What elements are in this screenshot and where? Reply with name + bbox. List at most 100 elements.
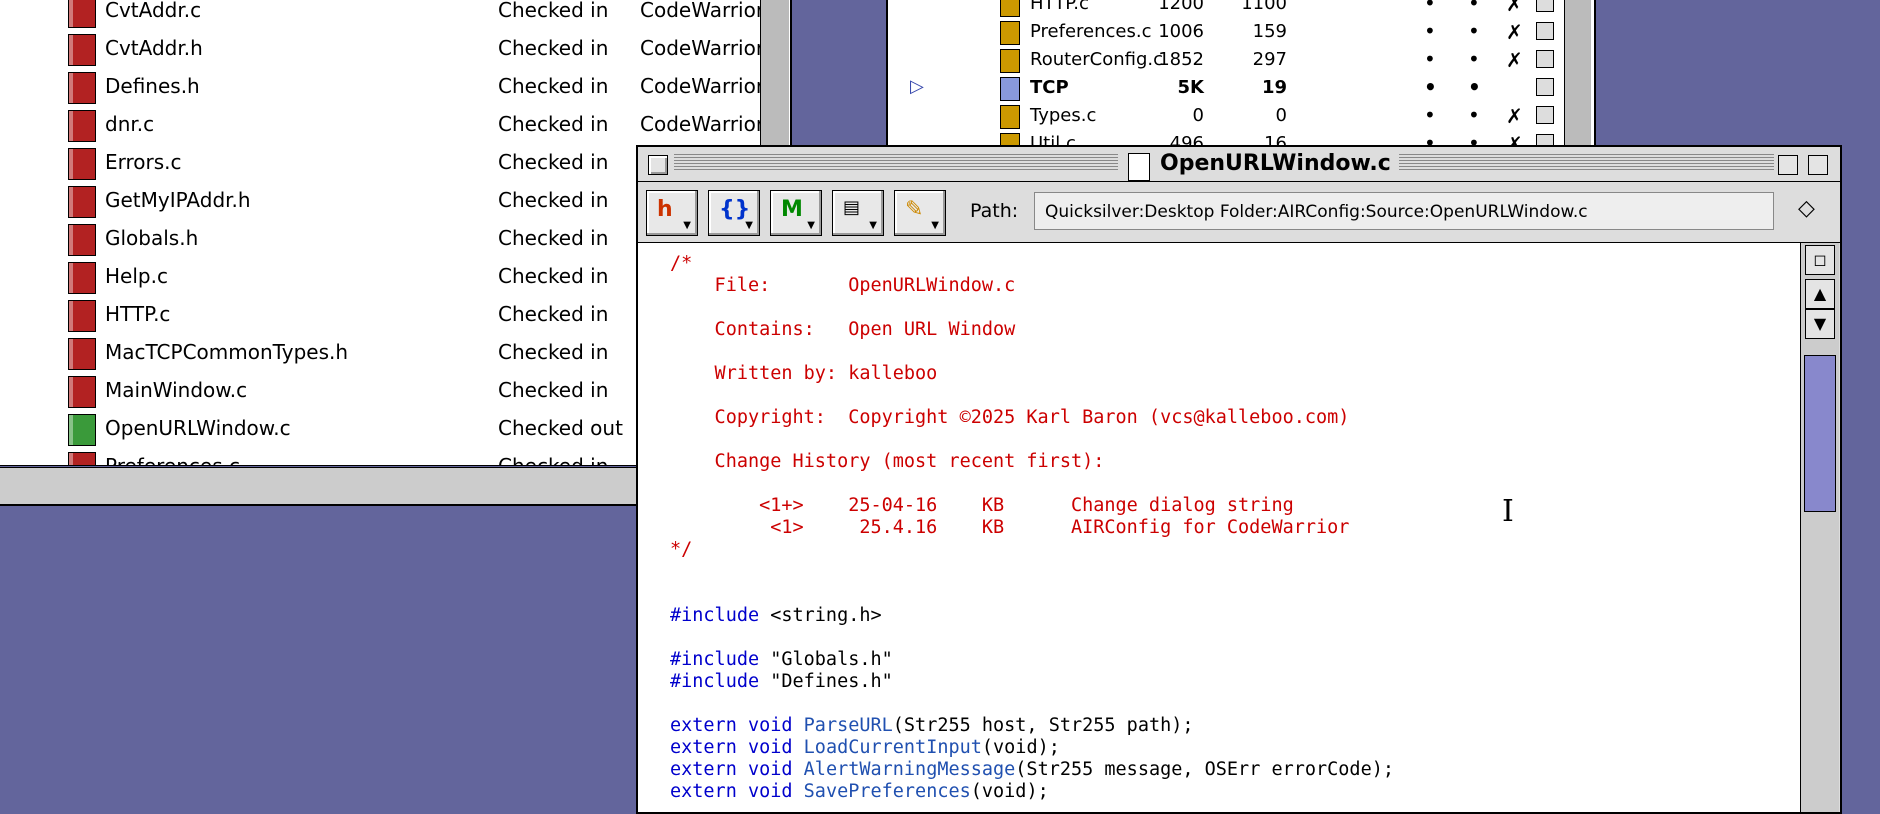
- file-list-row[interactable]: dnr.c Checked in CodeWarrior: [0, 106, 764, 144]
- target-dot[interactable]: •: [1424, 75, 1437, 99]
- debug-bug-icon[interactable]: ✗: [1506, 0, 1528, 16]
- scroll-up-arrow-icon[interactable]: ▲: [1805, 279, 1835, 309]
- project-row[interactable]: Preferences.c 1006 159 • • ✗: [888, 18, 1568, 46]
- collapse-box[interactable]: [1808, 155, 1828, 175]
- extern-keyword: extern void: [670, 737, 793, 758]
- header-file-popup-button[interactable]: h ▼: [646, 190, 698, 236]
- include-keyword: #include: [670, 649, 760, 670]
- editor-toolbar: h ▼ {} ▼ M ▼ ▤ ▼ ✎ ▼ Path: Quicksilver:Deskto…: [638, 182, 1840, 243]
- file-list-row[interactable]: CvtAddr.c Checked in CodeWarrior: [0, 0, 764, 30]
- project-row[interactable]: HTTP.c 1200 1100 • • ✗: [888, 0, 1568, 18]
- zoom-box[interactable]: [1778, 155, 1798, 175]
- file-status: Checked out: [498, 416, 623, 440]
- comment-text: Contains: Open URL Window: [670, 319, 1016, 340]
- target-dot[interactable]: •: [1424, 47, 1436, 71]
- version-control-popup-button[interactable]: ✎ ▼: [894, 190, 946, 236]
- data-size: 19: [1261, 77, 1287, 98]
- source-file-icon: [1000, 49, 1020, 73]
- file-status: Checked in: [498, 454, 609, 466]
- diamond-icon[interactable]: ◇: [1798, 196, 1815, 221]
- row-menu-icon[interactable]: [1536, 0, 1554, 12]
- scroll-down-arrow-icon[interactable]: ▼: [1805, 309, 1835, 339]
- debug-bug-icon[interactable]: ✗: [1506, 20, 1528, 44]
- project-row[interactable]: RouterConfig.c 1852 297 • • ✗: [888, 46, 1568, 74]
- file-locked-icon: [68, 186, 96, 218]
- project-row[interactable]: ▷ TCP 5K 19 • •: [888, 74, 1568, 102]
- data-size: 0: [1275, 105, 1287, 126]
- code-size: 5K: [1177, 77, 1204, 98]
- markers-popup-button[interactable]: M ▼: [770, 190, 822, 236]
- file-status: Checked in: [498, 302, 609, 326]
- file-name: CvtAddr.c: [105, 0, 202, 22]
- file-list-row[interactable]: Defines.h Checked in CodeWarrior: [0, 68, 764, 106]
- file-name: Defines.h: [105, 74, 200, 98]
- comment-text: File: OpenURLWindow.c: [670, 275, 1016, 296]
- file-locked-icon: [68, 148, 96, 180]
- function-popup-button[interactable]: {} ▼: [708, 190, 760, 236]
- project-window: HTTP.c 1200 1100 • • ✗ Preferences.c 1006 159 • • ✗…: [886, 0, 1596, 152]
- project-file-name: Preferences.c: [1030, 21, 1152, 42]
- debug-dot[interactable]: •: [1468, 75, 1481, 99]
- code-line: Contains: Open URL Window: [670, 319, 1394, 341]
- function-name: LoadCurrentInput: [803, 737, 982, 758]
- file-status: Checked in: [498, 340, 609, 364]
- file-list-horizontal-scrollbar[interactable]: [0, 467, 640, 506]
- code-editor[interactable]: /* File: OpenURLWindow.c Contains: Open …: [638, 243, 1800, 812]
- code-line: <1+> 25-04-16 KB Change dialog string: [670, 495, 1394, 517]
- debug-dot[interactable]: •: [1468, 103, 1480, 127]
- document-options-popup-button[interactable]: ▤ ▼: [832, 190, 884, 236]
- file-name: Errors.c: [105, 150, 182, 174]
- disclosure-triangle-icon[interactable]: ▷: [910, 76, 924, 97]
- file-status: Checked in: [498, 378, 609, 402]
- code-line: extern void AlertWarningMessage(Str255 m…: [670, 759, 1394, 781]
- function-name: AlertWarningMessage: [803, 759, 1016, 780]
- function-args: (Str255 host, Str255 path);: [892, 715, 1194, 736]
- popup-triangle-icon: ▼: [869, 220, 877, 231]
- close-box[interactable]: [648, 155, 668, 175]
- file-list-row[interactable]: CvtAddr.h Checked in CodeWarrior: [0, 30, 764, 68]
- comment-text: */: [670, 539, 693, 560]
- project-row[interactable]: Types.c 0 0 • • ✗: [888, 102, 1568, 130]
- target-dot[interactable]: •: [1424, 103, 1436, 127]
- project-scrollbar[interactable]: [1564, 0, 1591, 150]
- file-name: Preferences.c: [105, 454, 240, 466]
- row-menu-icon[interactable]: [1536, 106, 1554, 124]
- editor-window: OpenURLWindow.c h ▼ {} ▼ M ▼ ▤ ▼ ✎ ▼ Path: Qu…: [636, 145, 1842, 814]
- popup-triangle-icon: ▼: [807, 220, 815, 231]
- editor-title-bar[interactable]: OpenURLWindow.c: [638, 147, 1840, 182]
- function-name: SavePreferences: [803, 781, 971, 802]
- code-line: extern void SavePreferences(void);: [670, 781, 1394, 803]
- target-dot[interactable]: •: [1424, 19, 1436, 43]
- code-line: Change History (most recent first):: [670, 451, 1394, 473]
- data-size: 1100: [1241, 0, 1287, 14]
- include-target: "Defines.h": [759, 671, 893, 692]
- include-keyword: #include: [670, 605, 760, 626]
- scroll-thumb[interactable]: [1804, 355, 1836, 512]
- include-target: "Globals.h": [759, 649, 893, 670]
- debug-bug-icon[interactable]: ✗: [1506, 48, 1528, 72]
- comment-text: Written by: kalleboo: [670, 363, 938, 384]
- file-name: HTTP.c: [105, 302, 171, 326]
- row-menu-icon[interactable]: [1536, 50, 1554, 68]
- debug-dot[interactable]: •: [1468, 0, 1480, 15]
- split-pane-icon[interactable]: ◻: [1805, 245, 1835, 275]
- path-field[interactable]: Quicksilver:Desktop Folder:AIRConfig:Sou…: [1034, 192, 1774, 230]
- row-menu-icon[interactable]: [1536, 78, 1554, 96]
- debug-dot[interactable]: •: [1468, 47, 1480, 71]
- file-locked-icon: [68, 224, 96, 256]
- code-line: Copyright: Copyright ©2025 Karl Baron (v…: [670, 407, 1394, 429]
- editor-vertical-scrollbar[interactable]: ◻ ▲ ▼: [1800, 243, 1839, 812]
- debug-bug-icon[interactable]: ✗: [1506, 104, 1528, 128]
- target-dot[interactable]: •: [1424, 0, 1436, 15]
- file-status: Checked in: [498, 264, 609, 288]
- code-line: #include <string.h>: [670, 605, 1394, 627]
- file-locked-icon: [68, 72, 96, 104]
- file-name: dnr.c: [105, 112, 155, 136]
- row-menu-icon[interactable]: [1536, 22, 1554, 40]
- file-owner: CodeWarrior: [640, 74, 765, 98]
- debug-dot[interactable]: •: [1468, 19, 1480, 43]
- source-code[interactable]: /* File: OpenURLWindow.c Contains: Open …: [670, 253, 1394, 803]
